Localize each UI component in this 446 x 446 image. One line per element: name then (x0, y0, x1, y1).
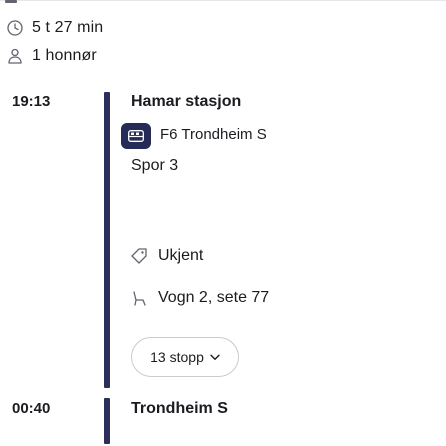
ticket-info-text: Ukjent (158, 247, 204, 264)
train-badge (121, 123, 151, 149)
seat-info: Vogn 2, sete 77 (130, 287, 269, 309)
train-icon (128, 130, 144, 142)
timeline-rail-departure (104, 92, 110, 388)
arrival-time: 00:40 (12, 400, 51, 417)
timeline-rail-arrival (104, 398, 110, 444)
trip-passengers: 1 honnør (6, 45, 97, 67)
top-divider (0, 0, 446, 1)
tag-icon (130, 247, 148, 265)
top-divider-stub (5, 0, 17, 3)
arrival-station: Trondheim S (131, 400, 228, 417)
stops-toggle-button[interactable]: 13 stopp (131, 337, 239, 377)
ticket-info: Ukjent (130, 245, 203, 267)
track-number: Spor 3 (131, 157, 179, 174)
stops-label: 13 stopp (150, 349, 204, 365)
trip-duration: 5 t 27 min (6, 17, 103, 39)
duration-text: 5 t 27 min (32, 19, 104, 36)
clock-icon (6, 19, 24, 37)
seat-icon (130, 289, 148, 307)
seat-text: Vogn 2, sete 77 (158, 289, 270, 306)
train-line: F6 Trondheim S (160, 126, 267, 143)
passengers-text: 1 honnør (32, 47, 97, 64)
departure-time: 19:13 (12, 93, 51, 110)
chevron-down-icon (210, 354, 220, 361)
person-icon (6, 47, 24, 65)
departure-station: Hamar stasjon (131, 93, 242, 110)
